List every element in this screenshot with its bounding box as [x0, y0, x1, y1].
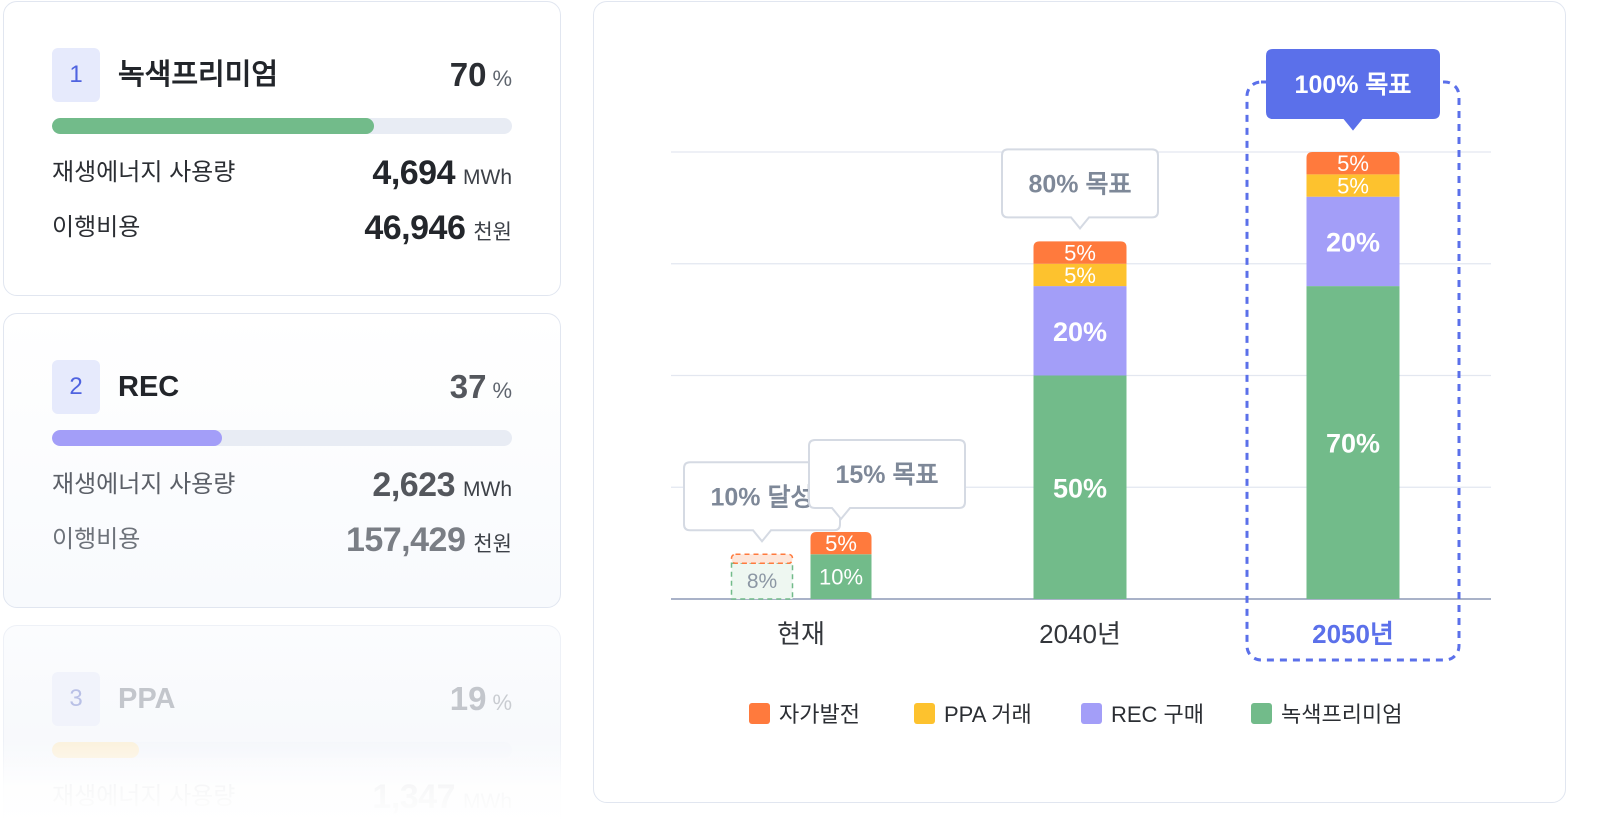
cost-label: 이행비용 [52, 526, 141, 553]
legend-swatch [1081, 703, 1102, 724]
percent-unit: % [492, 378, 512, 403]
bar-segment [730, 553, 794, 564]
target-callout-label: 15% 목표 [836, 461, 939, 489]
cost-value: 157,429 천원 [346, 518, 512, 569]
legend-swatch [749, 703, 770, 724]
legend-label: 녹색프리미엄 [1281, 702, 1402, 727]
percent-unit: % [492, 690, 512, 715]
card-header: 2 REC 37% [52, 360, 512, 414]
target-callout-label: 80% 목표 [1029, 170, 1132, 198]
x-tick-label: 2040년 [1039, 619, 1121, 649]
card-header: 3 PPA 19% [52, 672, 512, 726]
method-name: PPA [118, 683, 176, 715]
legend-swatch [1251, 703, 1272, 724]
method-name: REC [118, 371, 180, 403]
method-percent: 37% [450, 360, 512, 421]
method-card-ppa[interactable]: 3 PPA 19% 재생에너지 사용량 1,347 MWh [3, 625, 561, 824]
rank-badge: 1 [52, 48, 100, 102]
legend-swatch [914, 703, 935, 724]
cost-unit: 천원 [473, 221, 512, 244]
bar-segment-label: 5% [1337, 151, 1369, 176]
bar-segment-label: 70% [1326, 429, 1380, 459]
usage-row: 재생에너지 사용량 1,347 MWh [52, 775, 512, 819]
cost-number: 46,946 [364, 209, 466, 247]
share-progress-bar [52, 742, 512, 758]
usage-label: 재생에너지 사용량 [52, 159, 236, 186]
legend-label: 자가발전 [779, 702, 860, 727]
target-callout-label: 10% 달성 [711, 483, 814, 511]
usage-value: 4,694 MWh [372, 151, 512, 202]
cost-row: 이행비용 46,946 천원 [52, 206, 512, 250]
bar-segment-label: 8% [747, 570, 777, 593]
bar-segment-label: 50% [1053, 473, 1107, 503]
share-progress-fill [52, 118, 374, 134]
share-progress-fill [52, 430, 223, 446]
re100-roadmap-chart-panel: 8% 10% 달성 10% 5% 15% 목표 50% 20% 5% 5% 80% 목표 70% 20… [593, 1, 1566, 803]
share-progress-fill [52, 742, 140, 758]
usage-row: 재생에너지 사용량 2,623 MWh [52, 463, 512, 507]
usage-value: 1,347 MWh [372, 775, 512, 824]
usage-row: 재생에너지 사용량 4,694 MWh [52, 151, 512, 195]
bar-segment-label: 5% [1337, 174, 1369, 199]
share-progress-bar [52, 118, 512, 134]
legend-label: REC 구매 [1111, 702, 1204, 727]
cost-number: 157,429 [345, 521, 466, 559]
stacked-bar-chart: 8%10% 달성10%5%15% 목표 50%20%5%5%80% 목표70%20… [671, 49, 1491, 727]
target-callout-label: 100% 목표 [1295, 71, 1412, 99]
cost-row: 이행비용 157,429 천원 [52, 518, 512, 562]
cost-label: 이행비용 [52, 214, 141, 241]
x-tick-label: 2050년 [1312, 619, 1394, 649]
bar-segment-label: 5% [1064, 241, 1096, 266]
usage-label: 재생에너지 사용량 [52, 783, 236, 810]
percent-value: 19 [449, 680, 487, 717]
usage-label: 재생에너지 사용량 [52, 471, 236, 498]
rank-badge: 3 [52, 672, 100, 726]
usage-number: 1,347 [372, 778, 455, 816]
method-card-rec[interactable]: 2 REC 37% 재생에너지 사용량 2,623 MWh 이행비용 157,42… [3, 313, 561, 608]
usage-number: 2,623 [372, 466, 455, 504]
usage-number: 4,694 [372, 154, 455, 192]
method-card-green-premium[interactable]: 1 녹색프리미엄 70% 재생에너지 사용량 4,694 MWh 이행비용 46,… [3, 1, 561, 296]
method-name: 녹색프리미엄 [118, 59, 279, 91]
x-tick-label: 현재 [777, 619, 825, 649]
percent-value: 37 [449, 368, 487, 405]
usage-unit: MWh [463, 790, 512, 813]
share-progress-bar [52, 430, 512, 446]
bar-segment-label: 20% [1053, 317, 1107, 347]
bar-segment-label: 5% [1064, 263, 1096, 288]
percent-unit: % [492, 66, 512, 91]
bar-segment-label: 5% [825, 531, 857, 556]
card-header: 1 녹색프리미엄 70% [52, 48, 512, 102]
method-percent: 19% [450, 672, 512, 733]
rank-badge: 2 [52, 360, 100, 414]
cost-unit: 천원 [473, 533, 512, 556]
cost-value: 46,946 천원 [364, 206, 512, 257]
legend-label: PPA 거래 [944, 702, 1032, 727]
usage-unit: MWh [463, 166, 512, 189]
usage-unit: MWh [463, 478, 512, 501]
method-percent: 70% [450, 48, 512, 109]
usage-value: 2,623 MWh [372, 463, 512, 514]
bar-segment-label: 20% [1326, 227, 1380, 257]
percent-value: 70 [449, 56, 487, 93]
bar-segment-label: 10% [819, 565, 863, 590]
